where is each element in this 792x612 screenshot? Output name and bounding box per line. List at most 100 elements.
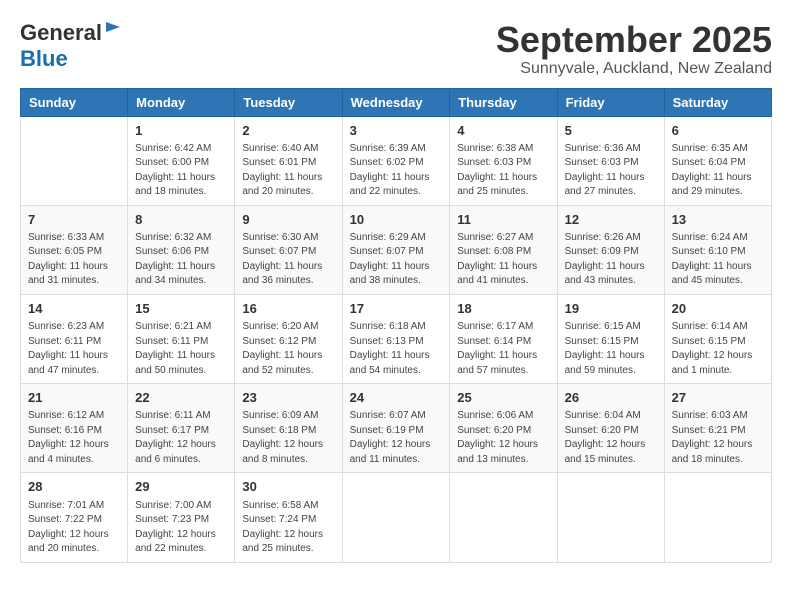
calendar-day-cell <box>450 473 557 562</box>
month-title: September 2025 <box>496 20 772 60</box>
day-number: 4 <box>457 122 549 140</box>
day-info: Sunrise: 6:12 AMSunset: 6:16 PMDaylight:… <box>28 409 120 467</box>
calendar-day-cell <box>664 473 771 562</box>
day-number: 17 <box>350 300 443 318</box>
weekday-header-row: SundayMondayTuesdayWednesdayThursdayFrid… <box>21 88 772 116</box>
day-number: 13 <box>672 211 764 229</box>
calendar-day-cell: 8Sunrise: 6:32 AMSunset: 6:06 PMDaylight… <box>128 205 235 294</box>
day-number: 10 <box>350 211 443 229</box>
logo: General Blue <box>20 20 122 72</box>
logo-blue-text: Blue <box>20 46 68 72</box>
day-number: 18 <box>457 300 549 318</box>
calendar-day-cell: 13 Sunrise: 6:24 AMSunset: 6:10 PMDayligh… <box>664 205 771 294</box>
day-number: 6 <box>672 122 764 140</box>
day-info: Sunrise: 6:42 AMSunset: 6:00 PMDaylight:… <box>135 142 227 200</box>
day-info: Sunrise: 6:40 AMSunset: 6:01 PMDaylight:… <box>242 142 334 200</box>
calendar-day-cell: 27 Sunrise: 6:03 AMSunset: 6:21 PMDayligh… <box>664 384 771 473</box>
logo-flag-icon <box>104 20 122 38</box>
day-number: 27 <box>672 389 764 407</box>
weekday-header-tuesday: Tuesday <box>235 88 342 116</box>
day-info: Sunrise: 6:38 AMSunset: 6:03 PMDaylight:… <box>457 142 549 200</box>
day-number: 5 <box>565 122 657 140</box>
page-header: General Blue September 2025 Sunnyvale, A… <box>20 20 772 78</box>
day-number: 1 <box>135 122 227 140</box>
day-number: 9 <box>242 211 334 229</box>
calendar-day-cell: 18 Sunrise: 6:17 AMSunset: 6:14 PMDayligh… <box>450 294 557 383</box>
calendar-day-cell: 2Sunrise: 6:40 AMSunset: 6:01 PMDaylight… <box>235 116 342 205</box>
weekday-header-friday: Friday <box>557 88 664 116</box>
day-info: Sunrise: 6:04 AMSunset: 6:20 PMDaylight:… <box>565 409 657 467</box>
calendar-day-cell: 26Sunrise: 6:04 AMSunset: 6:20 PMDayligh… <box>557 384 664 473</box>
day-info: Sunrise: 6:20 AMSunset: 6:12 PMDaylight:… <box>242 320 334 378</box>
calendar-day-cell: 15Sunrise: 6:21 AMSunset: 6:11 PMDayligh… <box>128 294 235 383</box>
calendar-day-cell: 30 Sunrise: 6:58 AMSunset: 7:24 PMDayligh… <box>235 473 342 562</box>
day-number: 11 <box>457 211 549 229</box>
day-number: 21 <box>28 389 120 407</box>
day-info: Sunrise: 6:11 AMSunset: 6:17 PMDaylight:… <box>135 409 227 467</box>
day-number: 29 <box>135 478 227 496</box>
calendar-table: SundayMondayTuesdayWednesdayThursdayFrid… <box>20 88 772 563</box>
day-info: Sunrise: 6:29 AMSunset: 6:07 PMDaylight:… <box>350 231 443 289</box>
day-info: Sunrise: 6:15 AMSunset: 6:15 PMDaylight:… <box>565 320 657 378</box>
calendar-day-cell <box>342 473 450 562</box>
day-info: Sunrise: 6:36 AMSunset: 6:03 PMDaylight:… <box>565 142 657 200</box>
calendar-day-cell: 21 Sunrise: 6:12 AMSunset: 6:16 PMDayligh… <box>21 384 128 473</box>
calendar-day-cell: 7 Sunrise: 6:33 AMSunset: 6:05 PMDaylight… <box>21 205 128 294</box>
calendar-day-cell: 11Sunrise: 6:27 AMSunset: 6:08 PMDayligh… <box>450 205 557 294</box>
day-info: Sunrise: 6:07 AMSunset: 6:19 PMDaylight:… <box>350 409 443 467</box>
title-section: September 2025 Sunnyvale, Auckland, New … <box>496 20 772 78</box>
calendar-day-cell: 6Sunrise: 6:35 AMSunset: 6:04 PMDaylight… <box>664 116 771 205</box>
day-info: Sunrise: 6:24 AMSunset: 6:10 PMDaylight:… <box>672 231 764 289</box>
day-info: Sunrise: 7:00 AMSunset: 7:23 PMDaylight:… <box>135 499 227 557</box>
day-info: Sunrise: 6:21 AMSunset: 6:11 PMDaylight:… <box>135 320 227 378</box>
calendar-day-cell: 23Sunrise: 6:09 AMSunset: 6:18 PMDayligh… <box>235 384 342 473</box>
calendar-day-cell: 12 Sunrise: 6:26 AMSunset: 6:09 PMDayligh… <box>557 205 664 294</box>
day-info: Sunrise: 6:09 AMSunset: 6:18 PMDaylight:… <box>242 409 334 467</box>
day-number: 28 <box>28 478 120 496</box>
day-number: 3 <box>350 122 443 140</box>
day-number: 8 <box>135 211 227 229</box>
calendar-day-cell <box>21 116 128 205</box>
calendar-week-row: 1 Sunrise: 6:42 AMSunset: 6:00 PMDaylight… <box>21 116 772 205</box>
calendar-day-cell: 3 Sunrise: 6:39 AMSunset: 6:02 PMDaylight… <box>342 116 450 205</box>
weekday-header-saturday: Saturday <box>664 88 771 116</box>
calendar-day-cell: 1 Sunrise: 6:42 AMSunset: 6:00 PMDaylight… <box>128 116 235 205</box>
day-info: Sunrise: 6:23 AMSunset: 6:11 PMDaylight:… <box>28 320 120 378</box>
day-info: Sunrise: 6:30 AMSunset: 6:07 PMDaylight:… <box>242 231 334 289</box>
day-number: 7 <box>28 211 120 229</box>
day-info: Sunrise: 6:58 AMSunset: 7:24 PMDaylight:… <box>242 499 334 557</box>
calendar-week-row: 21 Sunrise: 6:12 AMSunset: 6:16 PMDayligh… <box>21 384 772 473</box>
calendar-day-cell <box>557 473 664 562</box>
calendar-day-cell: 28Sunrise: 7:01 AMSunset: 7:22 PMDayligh… <box>21 473 128 562</box>
day-number: 19 <box>565 300 657 318</box>
day-number: 25 <box>457 389 549 407</box>
day-info: Sunrise: 6:18 AMSunset: 6:13 PMDaylight:… <box>350 320 443 378</box>
day-info: Sunrise: 6:33 AMSunset: 6:05 PMDaylight:… <box>28 231 120 289</box>
calendar-week-row: 7 Sunrise: 6:33 AMSunset: 6:05 PMDaylight… <box>21 205 772 294</box>
day-number: 20 <box>672 300 764 318</box>
day-info: Sunrise: 6:14 AMSunset: 6:15 PMDaylight:… <box>672 320 764 378</box>
logo-general-text: General <box>20 20 102 46</box>
calendar-day-cell: 22 Sunrise: 6:11 AMSunset: 6:17 PMDayligh… <box>128 384 235 473</box>
calendar-day-cell: 24 Sunrise: 6:07 AMSunset: 6:19 PMDayligh… <box>342 384 450 473</box>
day-number: 22 <box>135 389 227 407</box>
weekday-header-wednesday: Wednesday <box>342 88 450 116</box>
weekday-header-sunday: Sunday <box>21 88 128 116</box>
calendar-day-cell: 17 Sunrise: 6:18 AMSunset: 6:13 PMDayligh… <box>342 294 450 383</box>
day-number: 12 <box>565 211 657 229</box>
day-info: Sunrise: 6:06 AMSunset: 6:20 PMDaylight:… <box>457 409 549 467</box>
calendar-day-cell: 10 Sunrise: 6:29 AMSunset: 6:07 PMDayligh… <box>342 205 450 294</box>
calendar-day-cell: 19 Sunrise: 6:15 AMSunset: 6:15 PMDayligh… <box>557 294 664 383</box>
location-text: Sunnyvale, Auckland, New Zealand <box>496 60 772 78</box>
day-info: Sunrise: 6:17 AMSunset: 6:14 PMDaylight:… <box>457 320 549 378</box>
calendar-day-cell: 25 Sunrise: 6:06 AMSunset: 6:20 PMDayligh… <box>450 384 557 473</box>
day-number: 30 <box>242 478 334 496</box>
day-info: Sunrise: 6:26 AMSunset: 6:09 PMDaylight:… <box>565 231 657 289</box>
calendar-day-cell: 20 Sunrise: 6:14 AMSunset: 6:15 PMDayligh… <box>664 294 771 383</box>
day-number: 24 <box>350 389 443 407</box>
day-number: 14 <box>28 300 120 318</box>
calendar-day-cell: 29 Sunrise: 7:00 AMSunset: 7:23 PMDayligh… <box>128 473 235 562</box>
calendar-day-cell: 14 Sunrise: 6:23 AMSunset: 6:11 PMDayligh… <box>21 294 128 383</box>
day-info: Sunrise: 6:39 AMSunset: 6:02 PMDaylight:… <box>350 142 443 200</box>
day-info: Sunrise: 6:03 AMSunset: 6:21 PMDaylight:… <box>672 409 764 467</box>
